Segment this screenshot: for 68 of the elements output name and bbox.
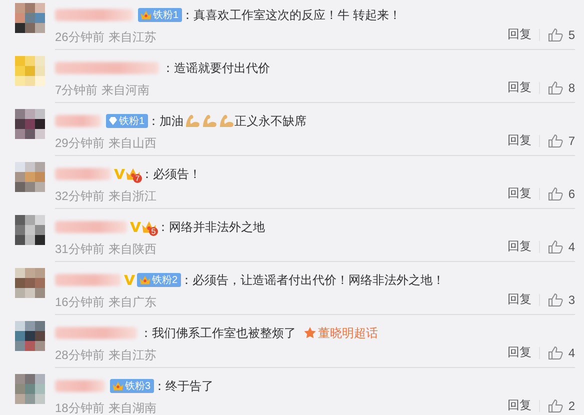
- thumbs-up-icon[interactable]: [548, 398, 564, 412]
- fan-badge: 铁粉2: [137, 273, 181, 287]
- like-count: 7: [568, 134, 575, 148]
- flexed-arm-icon: [184, 113, 201, 129]
- thumbs-up-icon[interactable]: [548, 346, 564, 360]
- reply-link[interactable]: 回复: [507, 185, 532, 202]
- thumbs-up-icon[interactable]: [548, 28, 564, 42]
- comment-text: ：必须告！: [141, 166, 201, 182]
- level-badge: 7: [125, 166, 141, 182]
- comment-text: ：加油: [148, 112, 184, 130]
- level-badge: 5: [141, 219, 157, 235]
- comment-location: 来自陕西: [108, 240, 156, 258]
- comment-time: 29分钟前: [55, 134, 104, 152]
- blurred-name: [55, 221, 127, 233]
- thumbs-up-icon[interactable]: [548, 292, 564, 306]
- comment-location: 来自浙江: [108, 188, 156, 204]
- comment-text: ：必须告，让造谣者付出代价！网络非法外之地！: [180, 272, 445, 288]
- like-count: 6: [568, 186, 575, 200]
- comment-time: 28分钟前: [55, 346, 104, 364]
- comment-time: 16分钟前: [55, 294, 104, 310]
- topic-icon: [304, 327, 316, 339]
- reply-link[interactable]: 回复: [507, 238, 532, 255]
- fan-badge: 铁粉3: [110, 379, 154, 393]
- thumbs-up-icon[interactable]: [548, 80, 564, 94]
- diamond-icon: [108, 116, 118, 126]
- crown-icon: [139, 274, 151, 286]
- comment-text: ：真喜欢工作室这次的反应！牛 转起来！: [182, 6, 401, 24]
- comment-location: 来自山西: [108, 134, 156, 152]
- reply-link[interactable]: 回复: [507, 132, 532, 149]
- comment-location: 来自广东: [108, 294, 156, 310]
- like-count: 4: [568, 346, 575, 360]
- comment-text: ：我们佛系工作室也被整烦了: [140, 324, 296, 342]
- like-count: 2: [568, 398, 575, 412]
- comment-text: 正义永不缺席: [234, 112, 307, 130]
- thumbs-up-icon[interactable]: [548, 186, 564, 200]
- flexed-arm-icon: [218, 113, 235, 129]
- blurred-name: [55, 115, 101, 127]
- thumbs-up-icon[interactable]: [548, 240, 564, 254]
- blurred-name: [55, 274, 121, 286]
- reply-link[interactable]: 回复: [507, 291, 532, 308]
- crown-icon: [112, 380, 124, 392]
- reply-link[interactable]: 回复: [507, 79, 532, 96]
- comment-time: 26分钟前: [55, 28, 104, 46]
- fan-badge: 铁粉1: [106, 114, 148, 128]
- fan-badge: 铁粉1: [138, 8, 182, 22]
- blurred-name: [55, 168, 111, 180]
- comment-time: 32分钟前: [55, 188, 104, 204]
- reply-link[interactable]: 回复: [507, 26, 532, 43]
- reply-link[interactable]: 回复: [507, 344, 532, 361]
- blurred-name: [55, 380, 105, 392]
- comment-location: 来自河南: [102, 82, 150, 98]
- comment-location: 来自江苏: [108, 346, 156, 364]
- like-count: 8: [568, 80, 575, 94]
- comment-text: ：造谣就要付出代价: [162, 60, 270, 76]
- like-count: 4: [568, 240, 575, 254]
- like-count: 3: [568, 292, 575, 306]
- comment-time: 18分钟前: [55, 400, 104, 415]
- crown-icon: [140, 9, 152, 21]
- reply-link[interactable]: 回复: [507, 397, 532, 414]
- comment-text: ：网络并非法外之地: [157, 218, 265, 236]
- comment-time: 31分钟前: [55, 240, 104, 258]
- thumbs-up-icon[interactable]: [548, 134, 564, 148]
- comment-time: 7分钟前: [55, 82, 98, 98]
- comment-location: 来自湖南: [108, 400, 156, 415]
- comment-location: 来自江苏: [108, 28, 156, 46]
- like-count: 5: [568, 28, 575, 42]
- comment-text: ：终于告了: [154, 378, 214, 394]
- flexed-arm-icon: [200, 113, 218, 129]
